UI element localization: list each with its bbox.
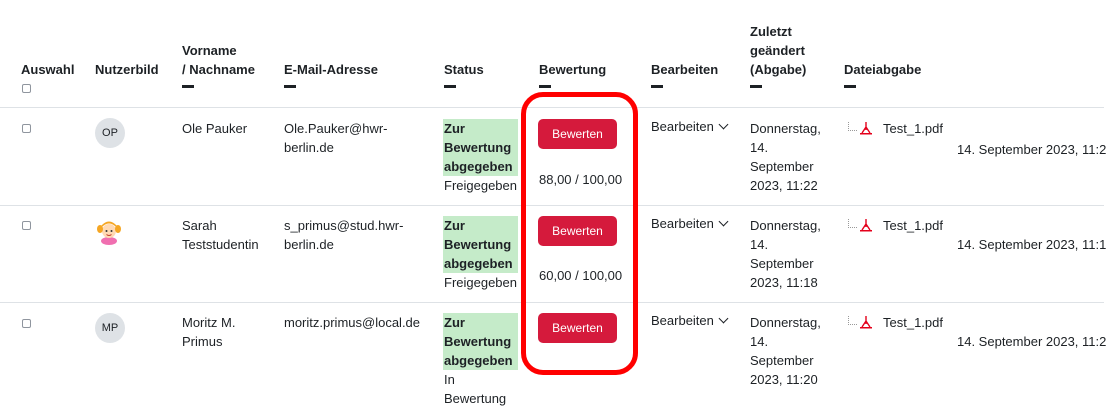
edit-menu[interactable]: Bearbeiten [651,313,729,328]
collapse-column-icon[interactable] [651,85,663,88]
file-date: 14. September 2023, 11:2 [957,334,1107,349]
header-modified[interactable]: Zuletzt geändert (Abgabe) [750,22,806,88]
file-date: 14. September 2023, 11:1 [957,237,1107,252]
edit-menu[interactable]: Bearbeiten [651,119,729,134]
header-file: Dateiabgabe [844,60,921,88]
header-email[interactable]: E-Mail-Adresse [284,60,378,88]
last-modified: Donnerstag, 14. September 2023, 11:20 [750,315,821,387]
header-picture: Nutzerbild [95,62,159,77]
status-subtext: Freigegeben [444,275,517,290]
status-badge: Zur Bewertung abgegeben [443,119,518,176]
status-subtext: In Bewertung [444,372,507,406]
avatar[interactable] [94,215,124,245]
student-email: s_primus@stud.hwr- berlin.de [284,218,404,252]
header-select: Auswahl [21,60,74,79]
status-subtext: Freigegeben [444,178,517,193]
file-link[interactable]: Test_1.pdf [883,121,943,136]
row-checkbox[interactable] [22,124,31,133]
annotation-highlight [521,92,638,375]
chevron-down-icon [718,313,729,324]
row-checkbox[interactable] [22,221,31,230]
collapse-column-icon[interactable] [539,85,551,88]
collapse-column-icon[interactable] [750,85,762,88]
pdf-file-icon [860,316,872,329]
header-status[interactable]: Status [444,60,484,88]
file-link[interactable]: Test_1.pdf [883,218,943,233]
row-checkbox[interactable] [22,319,31,328]
collapse-column-icon[interactable] [182,85,194,88]
chevron-down-icon [718,216,729,227]
collapse-column-icon[interactable] [844,85,856,88]
pdf-file-icon [860,122,872,135]
header-name-line1: Vorname [182,43,237,58]
tree-connector [848,219,857,228]
file-link[interactable]: Test_1.pdf [883,315,943,330]
edit-menu[interactable]: Bearbeiten [651,216,729,231]
tree-connector [848,316,857,325]
file-date: 14. September 2023, 11:2 [957,142,1107,157]
select-all-checkbox[interactable] [22,84,31,93]
tree-connector [848,122,857,131]
student-email: Ole.Pauker@hwr- berlin.de [284,121,388,155]
header-grade[interactable]: Bewertung [539,60,606,88]
student-email: moritz.primus@local.de [284,315,421,330]
student-name[interactable]: Ole Pauker [182,119,247,138]
last-modified: Donnerstag, 14. September 2023, 11:18 [750,218,821,290]
avatar[interactable]: MP [95,313,125,343]
collapse-column-icon[interactable] [284,85,296,88]
header-edit: Bearbeiten [651,60,718,88]
header-name[interactable]: Vorname / Nachname [182,41,255,88]
header-select-label: Auswahl [21,62,75,77]
header-name-line2: / Nachname [182,62,255,77]
avatar[interactable]: OP [95,118,125,148]
chevron-down-icon [718,119,729,130]
student-name[interactable]: Moritz M. Primus [182,313,235,351]
status-badge: Zur Bewertung abgegeben [443,313,518,370]
student-name[interactable]: Sarah Teststudentin [182,216,259,254]
status-badge: Zur Bewertung abgegeben [443,216,518,273]
collapse-column-icon[interactable] [444,85,456,88]
pdf-file-icon [860,219,872,232]
last-modified: Donnerstag, 14. September 2023, 11:22 [750,121,821,193]
